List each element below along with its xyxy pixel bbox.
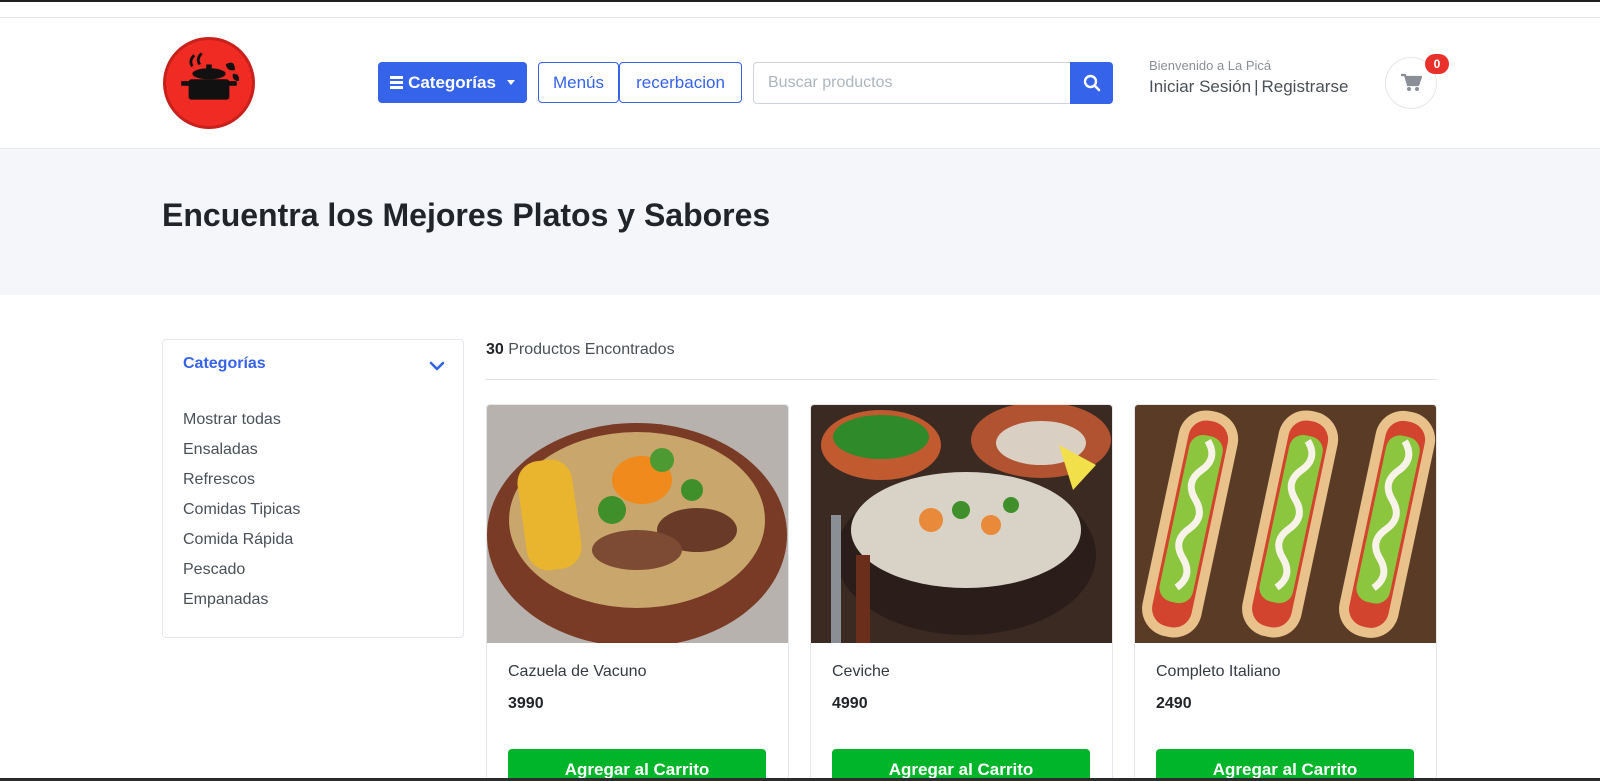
category-item-comidas-tipicas[interactable]: Comidas Tipicas — [183, 500, 300, 530]
cart-count-badge: 0 — [1425, 54, 1449, 74]
category-item-empanadas[interactable]: Empanadas — [183, 590, 300, 620]
menu-bars-icon — [390, 76, 404, 89]
search-icon — [1083, 74, 1100, 92]
product-image-ceviche[interactable] — [811, 405, 1112, 643]
window-top-border — [0, 0, 1600, 2]
header-top-divider — [0, 17, 1600, 18]
categories-dropdown-button[interactable]: Categorías — [378, 62, 527, 103]
welcome-text: Bienvenido a La Picá — [1149, 58, 1272, 73]
menus-button[interactable]: Menús — [538, 62, 619, 103]
add-to-cart-button[interactable]: Agregar al Carrito — [1156, 749, 1414, 781]
categories-button-label: Categorías — [408, 72, 496, 92]
product-price: 4990 — [832, 695, 868, 712]
product-name[interactable]: Ceviche — [832, 663, 890, 681]
product-price: 2490 — [1156, 695, 1192, 712]
results-count: 30 Productos Encontrados — [486, 341, 675, 359]
results-count-number: 30 — [486, 341, 504, 358]
sidebar-title[interactable]: Categorías — [183, 355, 266, 373]
product-name[interactable]: Cazuela de Vacuno — [508, 663, 646, 681]
category-list: Mostrar todas Ensaladas Refrescos Comida… — [183, 410, 300, 620]
reservation-button[interactable]: recerbacion — [619, 62, 742, 103]
product-image-cazuela[interactable] — [487, 405, 788, 643]
product-price: 3990 — [508, 695, 544, 712]
product-image-completo-italiano[interactable] — [1135, 405, 1436, 643]
search-input[interactable] — [753, 62, 1070, 104]
add-to-cart-button[interactable]: Agregar al Carrito — [832, 749, 1090, 781]
category-item-comida-rapida[interactable]: Comida Rápida — [183, 530, 300, 560]
auth-links: Iniciar Sesión | Registrarse — [1149, 77, 1348, 97]
category-item-refrescos[interactable]: Refrescos — [183, 470, 300, 500]
cooking-pot-icon — [181, 52, 239, 100]
site-logo[interactable] — [163, 37, 255, 129]
product-card: Cazuela de Vacuno 3990 Agregar al Carrit… — [486, 404, 789, 781]
register-link[interactable]: Registrarse — [1261, 77, 1348, 96]
chevron-down-icon[interactable] — [429, 360, 445, 372]
add-to-cart-button[interactable]: Agregar al Carrito — [508, 749, 766, 781]
category-item-pescado[interactable]: Pescado — [183, 560, 300, 590]
login-link[interactable]: Iniciar Sesión — [1149, 77, 1251, 96]
category-item-mostrar-todas[interactable]: Mostrar todas — [183, 410, 300, 440]
caret-down-icon — [506, 80, 515, 85]
product-name[interactable]: Completo Italiano — [1156, 663, 1281, 681]
product-card: Completo Italiano 2490 Agregar al Carrit… — [1134, 404, 1437, 781]
search-bar — [753, 62, 1113, 104]
results-divider — [486, 379, 1437, 380]
product-card: Ceviche 4990 Agregar al Carrito — [810, 404, 1113, 781]
search-button[interactable] — [1070, 62, 1113, 104]
category-item-ensaladas[interactable]: Ensaladas — [183, 440, 300, 470]
auth-separator: | — [1254, 77, 1259, 96]
shopping-cart-icon — [1401, 73, 1422, 91]
results-count-label: Productos Encontrados — [508, 341, 675, 358]
page-title: Encuentra los Mejores Platos y Sabores — [162, 197, 771, 233]
categories-sidebar: Categorías Mostrar todas Ensaladas Refre… — [162, 339, 464, 638]
